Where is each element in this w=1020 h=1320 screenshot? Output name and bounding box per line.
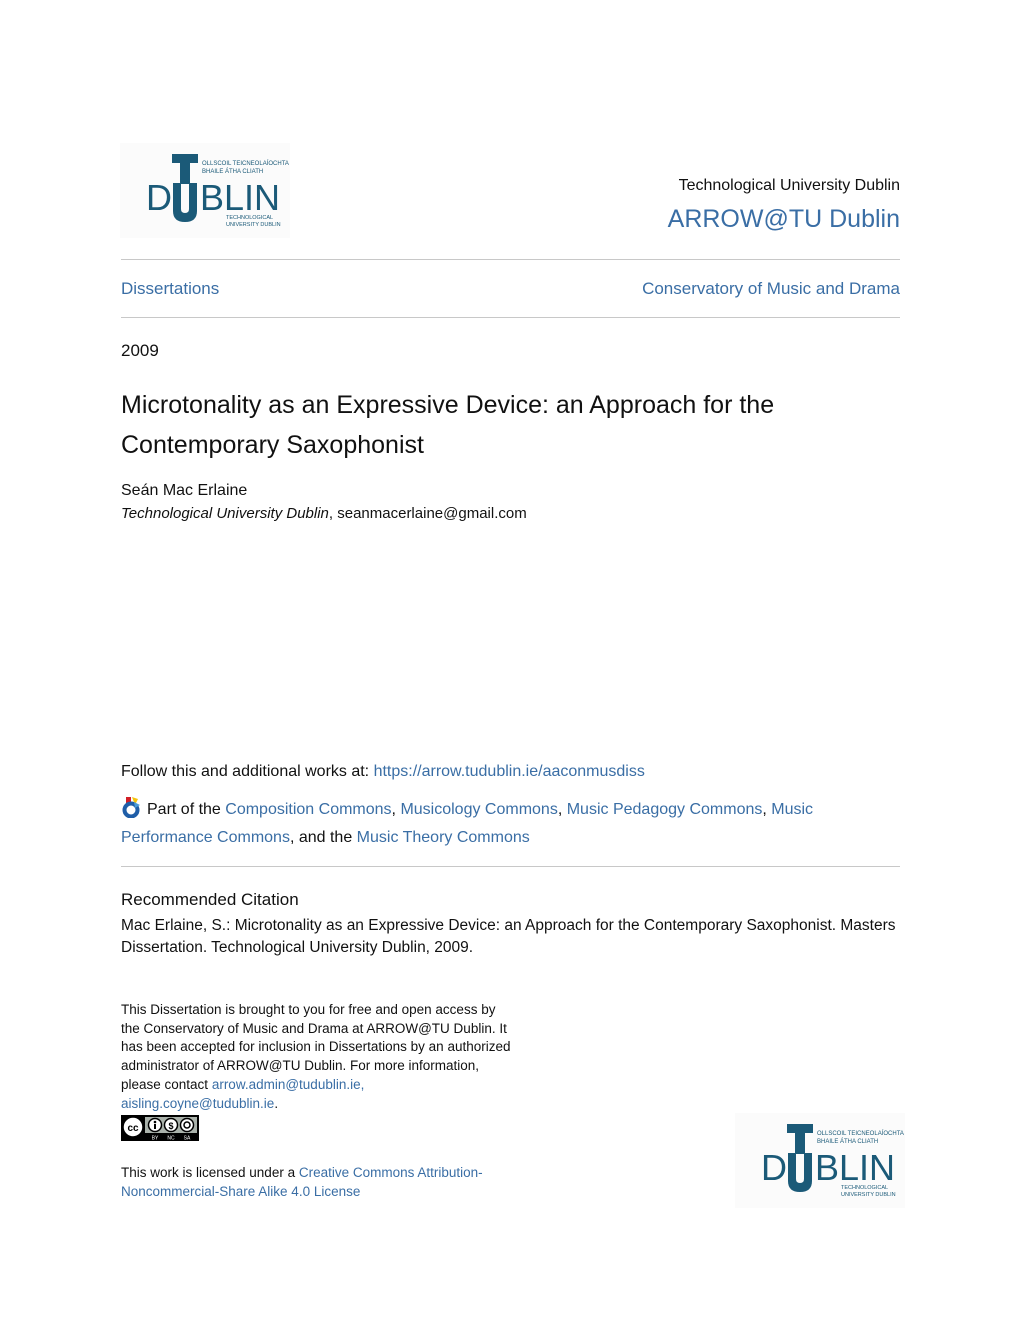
divider-breadcrumb	[121, 317, 900, 318]
separator: ,	[762, 801, 772, 818]
logo-letters-blin: BLIN	[815, 1147, 895, 1188]
repository-link[interactable]: ARROW@TU Dublin	[668, 205, 900, 234]
part-of-commons: Part of the Composition Commons, Musicol…	[121, 796, 881, 852]
cc-by-nc-sa-icon[interactable]: cc $ BY NC SA	[121, 1115, 199, 1142]
license-prefix: This work is licensed under a	[121, 1165, 299, 1180]
and-the-text: , and the	[289, 829, 357, 846]
cc-text: cc	[127, 1123, 139, 1134]
logo-line-2: BHAILE ÁTHA CLIATH	[817, 1138, 878, 1145]
music-theory-commons-link[interactable]: Music Theory Commons	[357, 829, 530, 846]
logo-line-3: TECHNOLOGICAL	[841, 1185, 888, 1191]
logo-line-2: BHAILE ÁTHA CLIATH	[202, 168, 263, 175]
coyne-email-link[interactable]: aisling.coyne@tudublin.ie	[121, 1096, 274, 1111]
cc-by-label: BY	[152, 1136, 159, 1142]
access-notice: This Dissertation is brought to you for …	[121, 1001, 511, 1147]
logo-line-3: TECHNOLOGICAL	[226, 215, 273, 221]
citation-heading: Recommended Citation	[121, 890, 299, 909]
document-title: Microtonality as an Expressive Device: a…	[121, 391, 775, 459]
author-affiliation: Technological University Dublin, seanmac…	[121, 505, 527, 522]
music-pedagogy-commons-link[interactable]: Music Pedagogy Commons	[567, 801, 763, 818]
tu-dublin-logo-top: D BLIN OLLSCOIL TEICNEOLAÍOCHTA BHAILE Á…	[120, 143, 290, 238]
logo-line-4: UNIVERSITY DUBLIN	[841, 1192, 896, 1198]
follow-line: Follow this and additional works at: htt…	[121, 763, 645, 781]
tu-dublin-logo-bottom: D BLIN OLLSCOIL TEICNEOLAÍOCHTA BHAILE Á…	[735, 1113, 905, 1208]
logo-line-1: OLLSCOIL TEICNEOLAÍOCHTA	[202, 160, 289, 167]
tu-dublin-logo-icon: D BLIN OLLSCOIL TEICNEOLAÍOCHTA BHAILE Á…	[120, 143, 290, 238]
part-of-prefix: Part of the	[147, 801, 226, 818]
tu-dublin-logo-icon: D BLIN OLLSCOIL TEICNEOLAÍOCHTA BHAILE Á…	[735, 1113, 905, 1208]
separator: ,	[557, 801, 567, 818]
publication-year: 2009	[121, 341, 159, 360]
affiliation-institution: Technological University Dublin	[121, 505, 329, 522]
logo-letters-blin: BLIN	[200, 177, 280, 218]
logo-letter-d: D	[146, 177, 172, 218]
breadcrumb-department-link[interactable]: Conservatory of Music and Drama	[642, 279, 900, 299]
institution-name: Technological University Dublin	[678, 177, 900, 194]
author-email: seanmacerlaine@gmail.com	[337, 505, 527, 522]
logo-line-4: UNIVERSITY DUBLIN	[226, 222, 281, 228]
cc-sa-label: SA	[184, 1136, 191, 1142]
follow-label: Follow this and additional works at:	[121, 763, 374, 780]
breadcrumb-dissertations-link[interactable]: Dissertations	[121, 279, 219, 299]
musicology-commons-link[interactable]: Musicology Commons	[400, 801, 557, 818]
bepress-commons-icon	[121, 796, 143, 819]
logo-letter-d: D	[761, 1147, 787, 1188]
admin-email-link[interactable]: arrow.admin@tudublin.ie,	[212, 1077, 365, 1092]
license-statement: This work is licensed under a Creative C…	[121, 1163, 521, 1201]
divider-top	[121, 259, 900, 260]
cc-nc-label: NC	[167, 1136, 175, 1142]
collection-url-link[interactable]: https://arrow.tudublin.ie/aaconmusdiss	[374, 763, 645, 780]
logo-line-1: OLLSCOIL TEICNEOLAÍOCHTA	[817, 1130, 904, 1137]
citation-text: Mac Erlaine, S.: Microtonality as an Exp…	[121, 917, 896, 956]
svg-text:$: $	[168, 1121, 173, 1131]
notice-end: .	[274, 1095, 279, 1111]
composition-commons-link[interactable]: Composition Commons	[225, 801, 391, 818]
author-name: Seán Mac Erlaine	[121, 482, 248, 499]
divider-citation	[121, 866, 900, 867]
